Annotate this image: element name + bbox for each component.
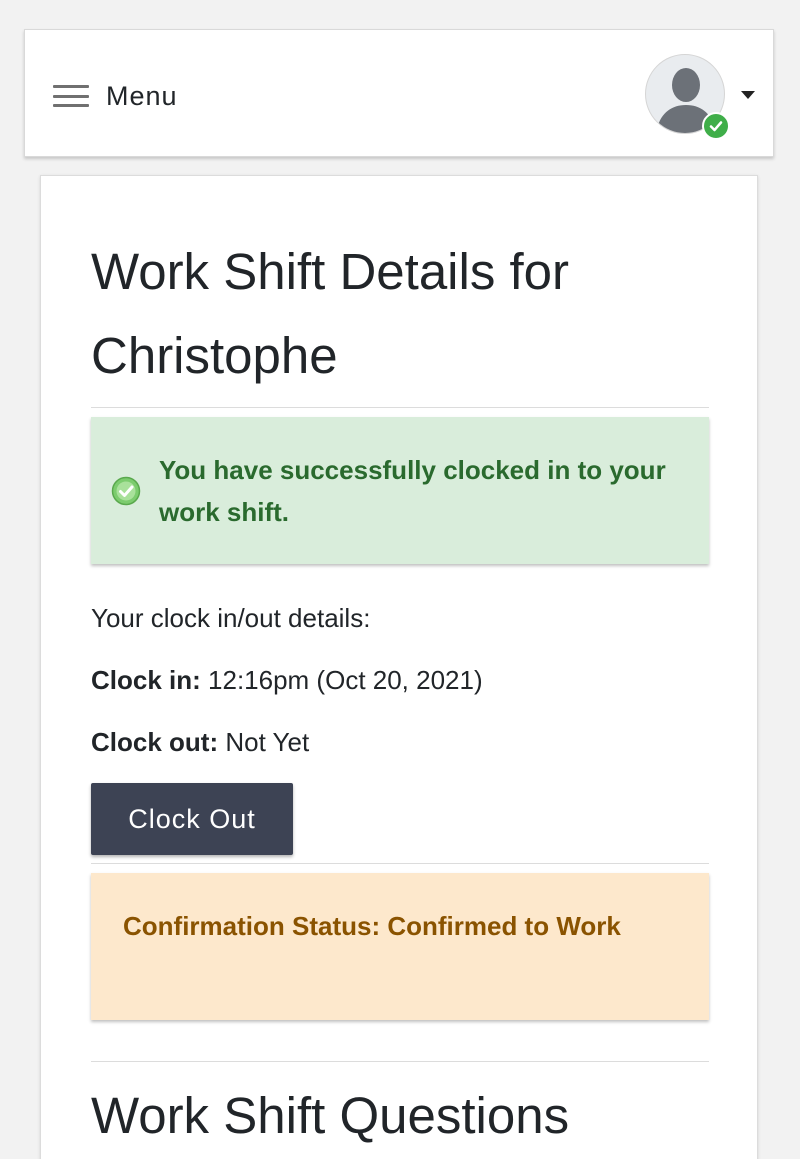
page-title: Work Shift Details for Christophe xyxy=(91,243,570,384)
divider xyxy=(91,863,709,864)
clock-out-button[interactable]: Clock Out xyxy=(91,783,293,855)
shift-details-card: Work Shift Details for Christophe You ha… xyxy=(40,175,758,1159)
clock-in-value: 12:16pm (Oct 20, 2021) xyxy=(208,665,483,695)
clock-in-row: Clock in: 12:16pm (Oct 20, 2021) xyxy=(91,662,483,698)
check-circle-icon xyxy=(111,476,141,506)
success-message: You have successfully clocked in to your… xyxy=(159,455,666,527)
caret-down-icon[interactable] xyxy=(741,91,755,99)
confirmation-status-alert: Confirmation Status: Confirmed to Work xyxy=(91,873,709,1020)
user-avatar-button[interactable] xyxy=(645,54,730,140)
check-circle-icon xyxy=(702,112,730,140)
section-title-questions: Work Shift Questions xyxy=(91,1087,570,1144)
success-alert: You have successfully clocked in to your… xyxy=(91,417,709,564)
divider xyxy=(91,407,709,408)
divider xyxy=(91,1061,709,1062)
menu-button[interactable]: Menu xyxy=(53,78,178,114)
hamburger-icon xyxy=(53,85,89,107)
page: Menu Work Shift Details for Christophe Y… xyxy=(0,0,800,1159)
top-navbar: Menu xyxy=(24,29,774,157)
clock-out-row: Clock out: Not Yet xyxy=(91,724,309,760)
clock-out-label: Clock out: xyxy=(91,727,219,757)
confirmation-status-message: Confirmation Status: Confirmed to Work xyxy=(123,911,621,941)
clock-in-label: Clock in: xyxy=(91,665,201,695)
details-intro: Your clock in/out details: xyxy=(91,603,371,633)
clock-out-value: Not Yet xyxy=(225,727,310,757)
menu-label: Menu xyxy=(106,80,178,111)
